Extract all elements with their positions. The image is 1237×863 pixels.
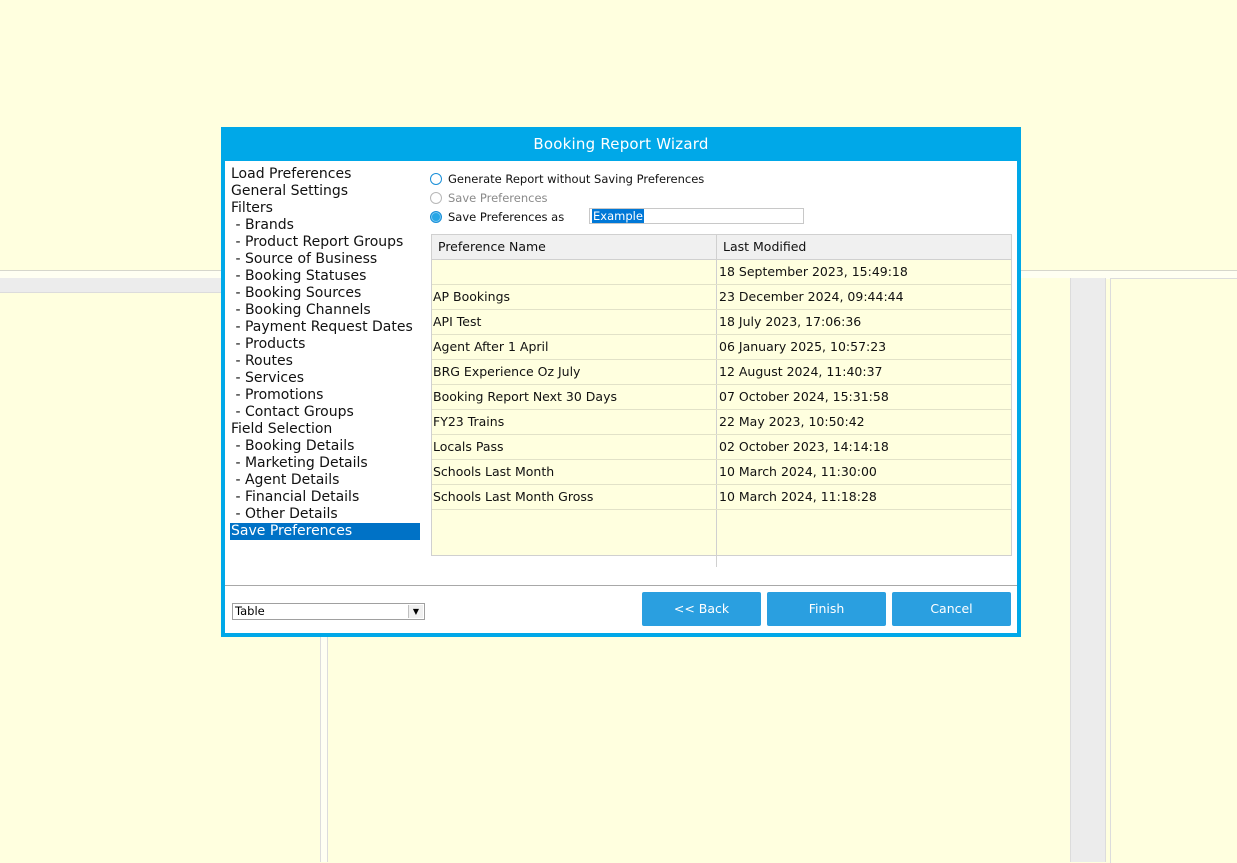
generate-without-saving-option[interactable]: Generate Report without Saving Preferenc…	[430, 170, 704, 188]
preference-name-cell: Agent After 1 April	[432, 335, 717, 359]
preference-name-cell: BRG Experience Oz July	[432, 360, 717, 384]
wizard-step-item[interactable]: - Payment Request Dates	[230, 319, 420, 336]
table-row[interactable]: BRG Experience Oz July 12 August 2024, 11…	[432, 360, 1011, 385]
save-preferences-as-radio-label: Save Preferences as	[448, 210, 565, 224]
wizard-step-item[interactable]: - Services	[230, 370, 420, 387]
wizard-step-item[interactable]: - Booking Statuses	[230, 268, 420, 285]
save-preferences-as-radio[interactable]	[430, 211, 442, 223]
last-modified-cell: 18 September 2023, 15:49:18	[719, 264, 908, 279]
save-preferences-radio	[430, 192, 442, 204]
last-modified-cell: 18 July 2023, 17:06:36	[719, 314, 862, 329]
preference-name-cell: API Test	[432, 310, 717, 334]
save-preferences-as-option[interactable]: Save Preferences as	[430, 208, 564, 226]
table-row[interactable]: AP Bookings 23 December 2024, 09:44:44	[432, 285, 1011, 310]
preference-name-cell: Schools Last Month Gross	[432, 485, 717, 509]
wizard-step-item[interactable]: - Contact Groups	[230, 404, 420, 421]
background-scrollbar	[1070, 278, 1106, 862]
preference-name-cell: AP Bookings	[432, 285, 717, 309]
preferences-table: Preference Name Last Modified 18 Septemb…	[431, 234, 1012, 567]
wizard-step-item[interactable]: Field Selection	[230, 421, 420, 438]
wizard-step-item[interactable]: General Settings	[230, 183, 420, 200]
last-modified-cell: 07 October 2024, 15:31:58	[719, 389, 889, 404]
background-pane-right	[1110, 278, 1237, 863]
wizard-step-item[interactable]: Save Preferences	[230, 523, 420, 540]
cancel-button[interactable]: Cancel	[892, 592, 1011, 626]
table-row[interactable]: Locals Pass 02 October 2023, 14:14:18	[432, 435, 1011, 460]
last-modified-cell: 02 October 2023, 14:14:18	[719, 439, 889, 454]
wizard-step-item[interactable]: - Financial Details	[230, 489, 420, 506]
wizard-step-item[interactable]: - Marketing Details	[230, 455, 420, 472]
column-header-preference-name[interactable]: Preference Name	[432, 235, 717, 259]
wizard-step-item[interactable]: - Source of Business	[230, 251, 420, 268]
wizard-step-item[interactable]: - Product Report Groups	[230, 234, 420, 251]
column-header-last-modified[interactable]: Last Modified	[717, 235, 1011, 259]
back-button[interactable]: << Back	[642, 592, 761, 626]
wizard-step-item[interactable]: - Booking Sources	[230, 285, 420, 302]
output-format-select[interactable]: Table ▼	[232, 603, 425, 620]
wizard-step-item[interactable]: - Agent Details	[230, 472, 420, 489]
table-row[interactable]: API Test 18 July 2023, 17:06:36	[432, 310, 1011, 335]
preference-name-input[interactable]: Example	[589, 208, 804, 224]
wizard-step-item[interactable]: Load Preferences	[230, 166, 420, 183]
save-preferences-radio-label: Save Preferences	[448, 191, 548, 205]
table-row[interactable]: Agent After 1 April 06 January 2025, 10:5…	[432, 335, 1011, 360]
preference-name-value: Example	[592, 209, 644, 223]
table-row[interactable]: Booking Report Next 30 Days 07 October 20…	[432, 385, 1011, 410]
last-modified-cell: 10 March 2024, 11:18:28	[719, 489, 877, 504]
last-modified-cell: 22 May 2023, 10:50:42	[719, 414, 865, 429]
wizard-step-item[interactable]: - Routes	[230, 353, 420, 370]
wizard-step-list: Load Preferences General Settings Filters …	[230, 166, 420, 540]
footer-divider	[225, 585, 1017, 586]
preference-name-cell: Locals Pass	[432, 435, 717, 459]
generate-radio[interactable]	[430, 173, 442, 185]
output-format-value: Table	[235, 604, 265, 618]
chevron-down-icon[interactable]: ▼	[408, 605, 423, 618]
dialog-body: Load Preferences General Settings Filters …	[225, 161, 1017, 633]
dialog-title: Booking Report Wizard	[533, 135, 709, 153]
wizard-step-item[interactable]: - Other Details	[230, 506, 420, 523]
table-row[interactable]: 18 September 2023, 15:49:18	[432, 260, 1011, 285]
preference-name-cell: Schools Last Month	[432, 460, 717, 484]
background-pane-divider	[320, 636, 328, 862]
booking-report-wizard-dialog: Booking Report Wizard Load Preferences Ge…	[221, 127, 1021, 637]
last-modified-cell: 12 August 2024, 11:40:37	[719, 364, 883, 379]
last-modified-cell: 23 December 2024, 09:44:44	[719, 289, 904, 304]
last-modified-cell: 10 March 2024, 11:30:00	[719, 464, 877, 479]
generate-radio-label: Generate Report without Saving Preferenc…	[448, 172, 705, 186]
preference-name-cell	[432, 260, 717, 284]
wizard-step-item[interactable]: - Products	[230, 336, 420, 353]
table-header: Preference Name Last Modified	[432, 235, 1011, 260]
table-body: 18 September 2023, 15:49:18 AP Bookings 23…	[432, 260, 1011, 510]
preference-name-cell: FY23 Trains	[432, 410, 717, 434]
wizard-step-item[interactable]: - Brands	[230, 217, 420, 234]
wizard-step-item[interactable]: Filters	[230, 200, 420, 217]
table-empty-area	[432, 510, 1011, 567]
background-toolbar-strip	[0, 278, 222, 293]
wizard-step-item[interactable]: - Promotions	[230, 387, 420, 404]
table-row[interactable]: Schools Last Month Gross 10 March 2024, 1…	[432, 485, 1011, 510]
preference-name-cell: Booking Report Next 30 Days	[432, 385, 717, 409]
save-preferences-option: Save Preferences	[430, 189, 548, 207]
background-pane	[1020, 278, 1070, 862]
table-row[interactable]: FY23 Trains 22 May 2023, 10:50:42	[432, 410, 1011, 435]
wizard-step-item[interactable]: - Booking Details	[230, 438, 420, 455]
last-modified-cell: 06 January 2025, 10:57:23	[719, 339, 887, 354]
table-row[interactable]: Schools Last Month 10 March 2024, 11:30:0…	[432, 460, 1011, 485]
finish-button[interactable]: Finish	[767, 592, 886, 626]
wizard-step-item[interactable]: - Booking Channels	[230, 302, 420, 319]
